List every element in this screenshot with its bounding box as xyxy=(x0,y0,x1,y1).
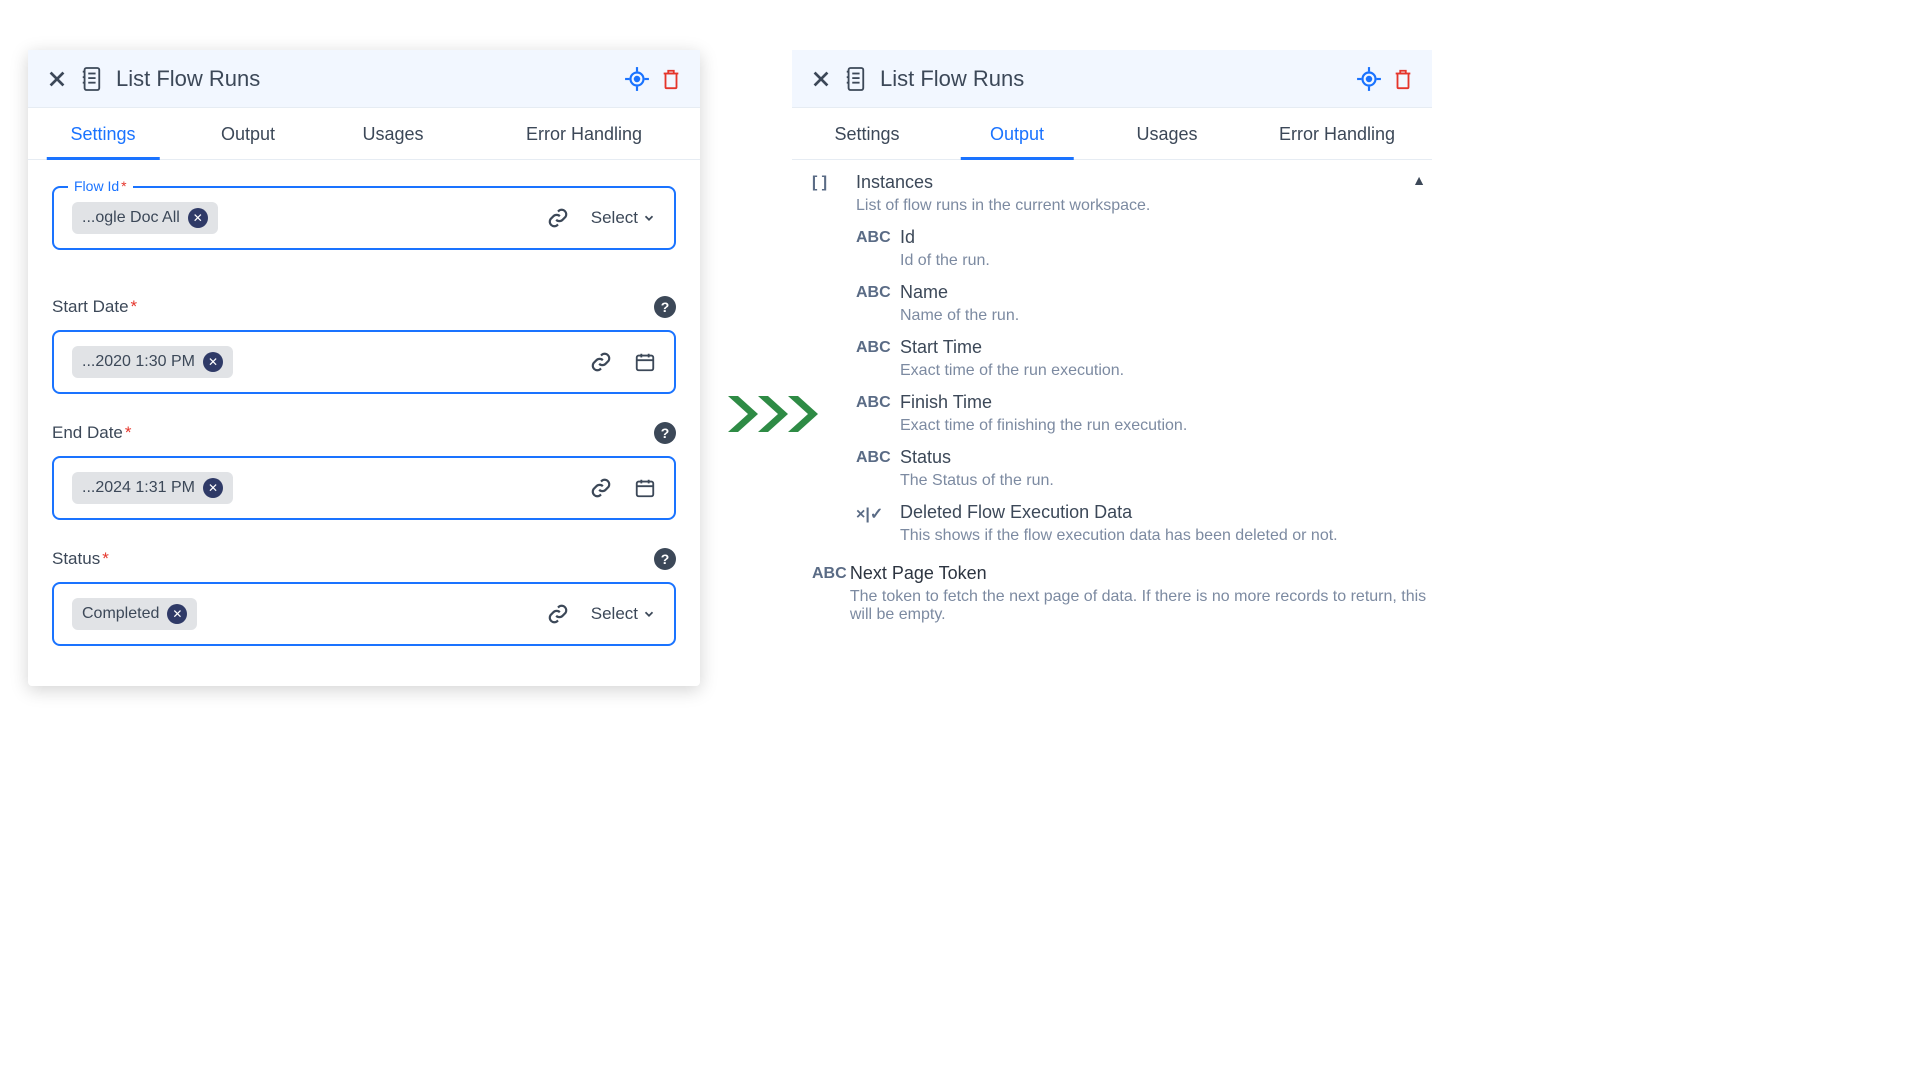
start-date-label: Start Date* ? xyxy=(52,296,676,318)
type-icon: ABC xyxy=(856,282,900,325)
start-date-input[interactable]: ...2020 1:30 PM ✕ xyxy=(52,330,676,394)
tab-usages[interactable]: Usages xyxy=(1092,108,1242,159)
chip-start-date[interactable]: ...2020 1:30 PM ✕ xyxy=(72,346,233,378)
help-icon[interactable]: ? xyxy=(654,548,676,570)
help-icon[interactable]: ? xyxy=(654,422,676,444)
chip-end-date[interactable]: ...2024 1:31 PM ✕ xyxy=(72,472,233,504)
tabs: Settings Output Usages Error Handling xyxy=(792,108,1432,160)
delete-icon[interactable] xyxy=(654,62,688,96)
flow-id-label: Flow Id* xyxy=(68,178,133,194)
type-icon: ABC xyxy=(856,447,900,490)
panel-output: List Flow Runs Settings Output Usages Er… xyxy=(792,50,1432,640)
output-property: ×|✓Deleted Flow Execution DataThis shows… xyxy=(856,496,1432,551)
tab-settings[interactable]: Settings xyxy=(28,108,178,159)
target-icon[interactable] xyxy=(1352,62,1386,96)
link-icon[interactable] xyxy=(547,603,569,625)
close-icon[interactable] xyxy=(804,62,838,96)
tabs: Settings Output Usages Error Handling xyxy=(28,108,700,160)
output-property: ABCStart TimeExact time of the run execu… xyxy=(856,331,1432,386)
notebook-icon xyxy=(838,62,872,96)
panel-header: List Flow Runs xyxy=(792,50,1432,108)
chip-remove-icon[interactable]: ✕ xyxy=(203,478,223,498)
array-icon: [ ] xyxy=(812,172,856,215)
panel-settings: List Flow Runs Settings Output Usages Er… xyxy=(28,50,700,686)
end-date-input[interactable]: ...2024 1:31 PM ✕ xyxy=(52,456,676,520)
type-icon: ABC xyxy=(856,337,900,380)
output-root[interactable]: [ ] Instances List of flow runs in the c… xyxy=(812,166,1432,221)
link-icon[interactable] xyxy=(590,477,612,499)
output-next-token: ABC Next Page Token The token to fetch t… xyxy=(812,557,1432,630)
calendar-icon[interactable] xyxy=(634,477,656,499)
chip-flow-id[interactable]: ...ogle Doc All ✕ xyxy=(72,202,218,234)
target-icon[interactable] xyxy=(620,62,654,96)
status-label: Status* ? xyxy=(52,548,676,570)
tab-output[interactable]: Output xyxy=(178,108,318,159)
tab-output[interactable]: Output xyxy=(942,108,1092,159)
output-property: ABCNameName of the run. xyxy=(856,276,1432,331)
panel-title: List Flow Runs xyxy=(116,66,620,92)
chip-status[interactable]: Completed ✕ xyxy=(72,598,197,630)
select-dropdown[interactable]: Select xyxy=(591,604,656,624)
type-icon: ×|✓ xyxy=(856,502,900,545)
chip-remove-icon[interactable]: ✕ xyxy=(167,604,187,624)
link-icon[interactable] xyxy=(590,351,612,373)
output-property: ABCIdId of the run. xyxy=(856,221,1432,276)
flow-id-input[interactable]: Flow Id* ...ogle Doc All ✕ Select xyxy=(52,186,676,250)
collapse-icon[interactable]: ▲ xyxy=(1412,172,1432,215)
close-icon[interactable] xyxy=(40,62,74,96)
tab-settings[interactable]: Settings xyxy=(792,108,942,159)
delete-icon[interactable] xyxy=(1386,62,1420,96)
chip-remove-icon[interactable]: ✕ xyxy=(188,208,208,228)
tab-error[interactable]: Error Handling xyxy=(468,108,700,159)
panel-title: List Flow Runs xyxy=(880,66,1352,92)
type-icon: ABC xyxy=(856,392,900,435)
link-icon[interactable] xyxy=(547,207,569,229)
chip-remove-icon[interactable]: ✕ xyxy=(203,352,223,372)
select-dropdown[interactable]: Select xyxy=(591,208,656,228)
type-icon: ABC xyxy=(856,227,900,270)
type-string-icon: ABC xyxy=(812,563,850,624)
notebook-icon xyxy=(74,62,108,96)
output-property: ABCFinish TimeExact time of finishing th… xyxy=(856,386,1432,441)
help-icon[interactable]: ? xyxy=(654,296,676,318)
tab-usages[interactable]: Usages xyxy=(318,108,468,159)
calendar-icon[interactable] xyxy=(634,351,656,373)
end-date-label: End Date* ? xyxy=(52,422,676,444)
status-input[interactable]: Completed ✕ Select xyxy=(52,582,676,646)
output-property: ABCStatusThe Status of the run. xyxy=(856,441,1432,496)
tab-error[interactable]: Error Handling xyxy=(1242,108,1432,159)
panel-header: List Flow Runs xyxy=(28,50,700,108)
